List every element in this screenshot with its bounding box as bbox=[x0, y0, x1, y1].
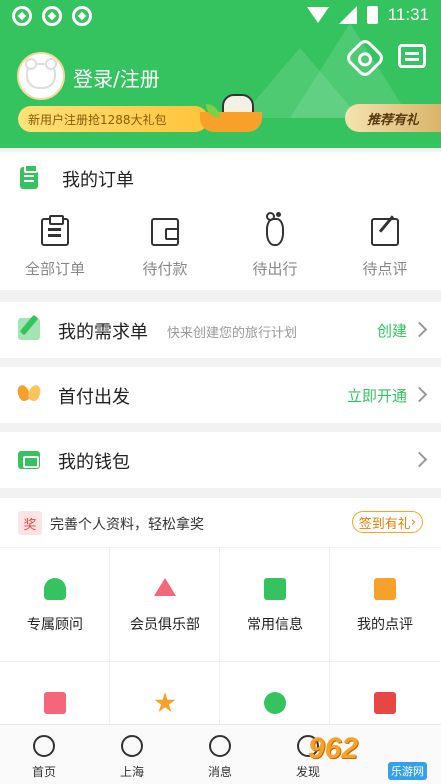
service-my-reviews[interactable]: 我的点评 bbox=[330, 548, 440, 662]
service-advisor[interactable]: 专属顾问 bbox=[0, 548, 110, 662]
message-icon bbox=[209, 735, 231, 757]
notification-icon bbox=[42, 6, 62, 26]
crown-icon bbox=[154, 578, 176, 596]
bag-icon bbox=[44, 692, 66, 714]
checkin-button[interactable]: 签到有礼 › bbox=[351, 511, 423, 533]
reward-row[interactable]: 奖 完善个人资料，轻松拿奖 签到有礼 › bbox=[0, 498, 441, 548]
pen-icon bbox=[18, 318, 40, 340]
create-link[interactable]: 创建 bbox=[377, 320, 407, 341]
home-icon bbox=[33, 735, 55, 757]
orders-header[interactable]: 我的订单 bbox=[0, 152, 441, 202]
service-grid: 专属顾问 会员俱乐部 常用信息 我的点评 bbox=[0, 548, 441, 776]
clipboard-icon bbox=[20, 164, 38, 189]
status-bar: 11:31 bbox=[0, 0, 441, 32]
cow-avatar-icon bbox=[25, 58, 57, 89]
checkin-label: 签到有礼 bbox=[358, 516, 411, 532]
reward-text: 完善个人资料，轻松拿奖 bbox=[50, 517, 204, 533]
orders-card: 我的订单 全部订单 待付款 待出行 待点评 bbox=[0, 152, 441, 290]
service-common-info[interactable]: 常用信息 bbox=[220, 548, 330, 662]
wifi-icon bbox=[306, 7, 329, 23]
service-label: 专属顾问 bbox=[27, 617, 83, 633]
tab-messages[interactable]: 消息 bbox=[176, 725, 264, 784]
watermark: 962 乐游网 bbox=[300, 728, 441, 784]
orders-title: 我的订单 bbox=[62, 170, 134, 191]
chevron-right-icon bbox=[411, 386, 428, 403]
signal-icon bbox=[338, 6, 357, 24]
notification-icon bbox=[12, 6, 32, 26]
clipboard-icon bbox=[41, 215, 69, 246]
wallet-icon bbox=[151, 218, 179, 246]
order-label: 待点评 bbox=[362, 260, 408, 278]
first-pay-row[interactable]: 首付出发 立即开通 bbox=[0, 367, 441, 423]
demand-subtitle: 快来创建您的旅行计划 bbox=[167, 326, 298, 341]
avatar[interactable] bbox=[17, 52, 65, 100]
order-pending-review[interactable]: 待点评 bbox=[330, 214, 440, 284]
service-member-club[interactable]: 会员俱乐部 bbox=[110, 548, 220, 662]
butterfly-icon bbox=[18, 385, 40, 405]
login-register-link[interactable]: 登录/注册 bbox=[73, 63, 160, 92]
chevron-right-icon: › bbox=[410, 514, 416, 530]
demand-title: 我的需求单 bbox=[58, 322, 148, 343]
service-label: 我的点评 bbox=[357, 617, 413, 633]
info-card-icon bbox=[264, 578, 286, 600]
chevron-right-icon bbox=[411, 321, 428, 338]
clock-icon bbox=[264, 692, 286, 714]
tab-home[interactable]: 首页 bbox=[0, 725, 88, 784]
order-pending-payment[interactable]: 待付款 bbox=[110, 214, 220, 284]
first-pay-title: 首付出发 bbox=[58, 387, 130, 408]
wallet-title: 我的钱包 bbox=[58, 452, 130, 473]
location-icon bbox=[121, 735, 143, 757]
promo-text: 新用户注册抢1288大礼包 bbox=[28, 112, 167, 127]
reward-badge: 奖 bbox=[18, 511, 42, 535]
notification-icon bbox=[72, 6, 92, 26]
recommend-label: 推荐有礼 bbox=[366, 112, 419, 128]
tab-city[interactable]: 上海 bbox=[88, 725, 176, 784]
chevron-right-icon bbox=[411, 451, 428, 468]
star-icon bbox=[154, 692, 176, 713]
demand-row[interactable]: 我的需求单 快来创建您的旅行计划 创建 bbox=[0, 302, 441, 358]
watermark-logo: 962 bbox=[308, 732, 359, 765]
tab-label: 消息 bbox=[207, 765, 232, 779]
order-label: 待付款 bbox=[142, 260, 188, 278]
review-icon bbox=[371, 218, 399, 246]
order-all[interactable]: 全部订单 bbox=[0, 214, 110, 284]
promo-banner[interactable]: 新用户注册抢1288大礼包 bbox=[18, 106, 208, 132]
profile-header: 11:31 登录/注册 新用户注册抢1288大礼包 推荐有礼 bbox=[0, 0, 441, 148]
comment-icon bbox=[374, 578, 396, 600]
battery-icon bbox=[366, 6, 378, 24]
activate-link[interactable]: 立即开通 bbox=[347, 385, 407, 406]
calendar-icon bbox=[374, 692, 396, 714]
footprint-icon bbox=[266, 212, 284, 246]
order-pending-travel[interactable]: 待出行 bbox=[220, 212, 330, 284]
advisor-icon bbox=[44, 578, 66, 600]
recommend-reward-button[interactable]: 推荐有礼 bbox=[345, 104, 441, 132]
fruit-basket-icon bbox=[200, 112, 262, 132]
order-label: 全部订单 bbox=[24, 260, 85, 278]
service-label: 常用信息 bbox=[247, 617, 303, 633]
tab-label: 上海 bbox=[119, 765, 144, 779]
tab-label: 首页 bbox=[31, 765, 56, 779]
watermark-sub: 乐游网 bbox=[388, 762, 427, 780]
status-time: 11:31 bbox=[387, 5, 429, 24]
wallet-icon bbox=[18, 451, 40, 469]
message-icon[interactable] bbox=[398, 44, 426, 68]
service-label: 会员俱乐部 bbox=[130, 617, 200, 633]
order-label: 待出行 bbox=[252, 260, 298, 278]
wallet-row[interactable]: 我的钱包 bbox=[0, 432, 441, 488]
mascot-illustration bbox=[200, 88, 266, 134]
